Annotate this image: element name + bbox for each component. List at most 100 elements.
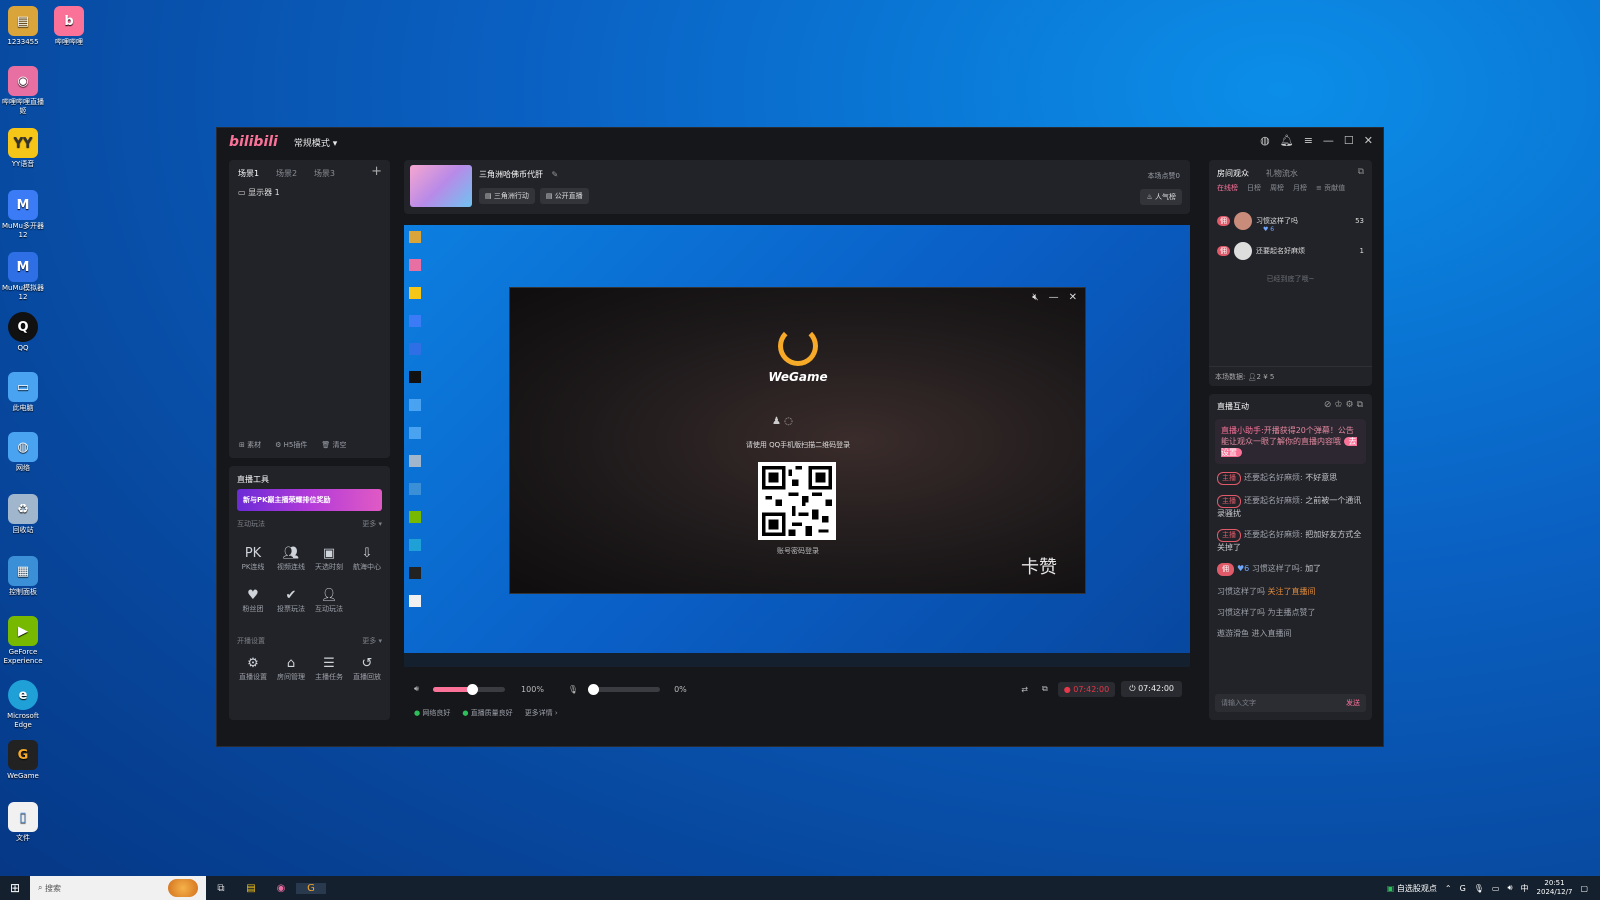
desktop-icon-network[interactable]: ◍ 网络 <box>0 432 46 473</box>
tool-lucky-draw[interactable]: ▣ 天选时刻 <box>309 546 349 572</box>
tab-gift-log[interactable]: 礼物流水 <box>1266 168 1298 179</box>
microphone-icon[interactable]: 🎙︎ <box>568 685 578 694</box>
volume-tray-icon[interactable]: 🔊︎ <box>1507 883 1512 893</box>
tool-fan-club[interactable]: ♥ 粉丝团 <box>233 588 273 614</box>
subtab-contribution[interactable]: ≡ 贡献值 <box>1316 183 1345 193</box>
bell-icon[interactable]: 🔔︎ <box>1280 134 1294 147</box>
trophy-icon[interactable]: ♔ <box>1334 400 1345 410</box>
stream-preview[interactable]: 🔇︎ — ✕ WeGame ♟ ◌ 请使用 QQ手机版扫描二维码登录 账号密码登… <box>404 225 1190 667</box>
swap-icon[interactable]: ⇄ <box>1021 685 1028 694</box>
file-explorer-icon[interactable]: ▤ <box>236 883 266 894</box>
notification-icon[interactable]: ▢ <box>1580 884 1588 893</box>
close-button[interactable]: ✕ <box>1364 134 1373 147</box>
desktop-icon-file[interactable]: ▯ 文件 <box>0 802 46 843</box>
tool-vote[interactable]: ✔ 投票玩法 <box>271 588 311 614</box>
desktop-icon-yy[interactable]: YY YY语音 <box>0 128 46 169</box>
mode-dropdown[interactable]: 常规模式 ▾ <box>294 136 337 149</box>
wegame-minimize-button[interactable]: — <box>1049 292 1059 303</box>
desktop-icon-control-panel[interactable]: ▦ 控制面板 <box>0 556 46 597</box>
popout-icon[interactable]: ⧉ <box>1357 400 1366 410</box>
tool-room-manage[interactable]: ⌂ 房间管理 <box>271 656 311 682</box>
mic-slider[interactable] <box>588 683 661 695</box>
windows-start-icon[interactable]: ⊞ <box>0 881 30 895</box>
task-view-icon[interactable]: ⧉ <box>206 883 236 894</box>
tool-streamer-tasks[interactable]: ☰ 主播任务 <box>309 656 349 682</box>
screen-share-icon[interactable]: ⧉ <box>1042 684 1048 694</box>
maximize-button[interactable]: ☐ <box>1344 134 1354 147</box>
subtab-monthly[interactable]: 月榜 <box>1293 183 1307 193</box>
send-button[interactable]: 发送 <box>1346 698 1360 708</box>
tool-pk-link[interactable]: PK PK连线 <box>233 546 273 572</box>
chat-message[interactable]: 主播 还要起名好麻烦: 把加好友方式全关掉了 <box>1217 529 1364 553</box>
chat-message[interactable]: 佣 ♥6 习惯这样了吗: 加了 <box>1217 563 1364 576</box>
clock[interactable]: 20:51 2024/12/7 <box>1537 879 1573 897</box>
mute-icon[interactable]: 🔇︎ <box>1032 292 1038 303</box>
stock-tray-item[interactable]: ▣ 自选股观点 <box>1387 883 1437 894</box>
ime-indicator[interactable]: 中 <box>1521 883 1529 894</box>
desktop-icon-bilibili[interactable]: b 哔哩哔哩 <box>46 6 92 47</box>
desktop-icon-bilibili-live[interactable]: ◉ 哔哩哔哩直播姬 <box>0 66 46 116</box>
desktop-icon-mumu[interactable]: M MuMu模拟器12 <box>0 252 46 302</box>
chevron-up-icon[interactable]: ⌃ <box>1445 884 1452 893</box>
mic-tray-icon[interactable]: 🎙︎ <box>1474 884 1484 893</box>
more-details-link[interactable]: 更多详情 › <box>525 708 558 718</box>
tool-live-replay[interactable]: ↺ 直播回放 <box>347 656 387 682</box>
source-item-display[interactable]: ▭ 显示器 1 <box>229 187 390 198</box>
h5-plugin-button[interactable]: ⚙ H5插件 <box>275 440 307 450</box>
add-scene-button[interactable]: + <box>371 164 382 179</box>
volume-slider[interactable] <box>433 683 506 695</box>
pk-banner[interactable]: 新与PK巅主播荣耀排位奖励 <box>237 489 382 511</box>
audience-row[interactable]: 佣 还要起名好麻烦 1 <box>1217 240 1364 262</box>
tool-voyage-center[interactable]: ⇩ 航海中心 <box>347 546 387 572</box>
wegame-tray-icon[interactable]: G <box>1460 884 1466 893</box>
desktop-icon-recycle-bin[interactable]: ♻ 回收站 <box>0 494 46 535</box>
qq-small-icon[interactable]: ♟ ◌ <box>772 416 793 427</box>
menu-icon[interactable]: ≡ <box>1304 134 1313 147</box>
tab-scene-2[interactable]: 场景2 <box>276 168 297 179</box>
bilibili-live-taskbar-icon[interactable]: ◉ <box>266 883 296 894</box>
desktop-icon-qq[interactable]: Q QQ <box>0 312 46 353</box>
room-cover-thumbnail[interactable] <box>410 165 472 207</box>
password-login-link[interactable]: 账号密码登录 <box>750 546 846 556</box>
desktop-icon-geforce[interactable]: ▶ GeForce Experience <box>0 616 46 666</box>
block-icon[interactable]: ⊘ <box>1324 400 1335 410</box>
mic-slider-knob[interactable] <box>588 683 600 695</box>
taskbar-search-box[interactable]: ⌕ 搜索 <box>30 876 206 900</box>
interact-more-button[interactable]: 更多 ▾ <box>362 519 382 529</box>
tool-video-link[interactable]: 👥︎ 视频连线 <box>271 546 311 572</box>
audience-row[interactable]: 佣 习惯这样了吗 53 <box>1217 210 1364 232</box>
desktop-icon-wegame[interactable]: G WeGame <box>0 740 46 781</box>
subtab-weekly[interactable]: 周榜 <box>1270 183 1284 193</box>
tab-scene-1[interactable]: 场景1 <box>238 168 259 179</box>
tool-live-settings[interactable]: ⚙ 直播设置 <box>233 656 273 682</box>
settings-icon[interactable]: ⚙ <box>1345 400 1356 410</box>
tab-room-audience[interactable]: 房间观众 <box>1217 168 1249 179</box>
minimize-button[interactable]: — <box>1323 134 1334 147</box>
stop-live-button[interactable]: ⏻ 07:42:00 <box>1121 681 1182 697</box>
edit-icon[interactable]: ✎ <box>552 170 559 179</box>
desktop-icon-edge[interactable]: e Microsoft Edge <box>0 680 46 730</box>
subtab-online[interactable]: 在线榜 <box>1217 183 1238 193</box>
tool-interact-play[interactable]: 👤︎ 互动玩法 <box>309 588 349 614</box>
broadcast-more-button[interactable]: 更多 ▾ <box>362 636 382 646</box>
volume-slider-knob[interactable] <box>467 683 479 695</box>
desktop-icon-mumu-multi[interactable]: M MuMu多开器12 <box>0 190 46 240</box>
wegame-close-button[interactable]: ✕ <box>1069 292 1077 303</box>
clear-button[interactable]: 🗑︎ 清空 <box>321 440 346 450</box>
user-icon[interactable]: ◍ <box>1260 134 1270 147</box>
speaker-icon[interactable]: 🔊︎ <box>414 684 419 694</box>
category-button[interactable]: ▤ 三角洲行动 <box>479 188 535 204</box>
network-tray-icon[interactable]: ▭ <box>1492 884 1500 893</box>
chat-input[interactable]: 请输入文字 <box>1221 698 1256 708</box>
visibility-button[interactable]: ▤ 公开直播 <box>539 188 589 204</box>
desktop-icon-computer[interactable]: ▭ 此电脑 <box>0 372 46 413</box>
tab-scene-3[interactable]: 场景3 <box>314 168 335 179</box>
chat-message[interactable]: 主播 还要起名好麻烦: 之前被一个通讯录骚扰 <box>1217 495 1364 519</box>
wegame-login-window[interactable]: 🔇︎ — ✕ WeGame ♟ ◌ 请使用 QQ手机版扫描二维码登录 账号密码登… <box>509 287 1086 594</box>
wegame-taskbar-icon[interactable]: G <box>296 882 326 894</box>
chat-message[interactable]: 主播 还要起名好麻烦: 不好意思 <box>1217 472 1364 485</box>
popout-icon[interactable]: ⧉ <box>1358 167 1364 177</box>
desktop-icon-folder[interactable]: ▤ 1233455 <box>0 6 46 47</box>
add-material-button[interactable]: ⊞ 素材 <box>239 440 261 450</box>
popularity-rank-button[interactable]: ♨ 人气榜 <box>1140 189 1182 205</box>
